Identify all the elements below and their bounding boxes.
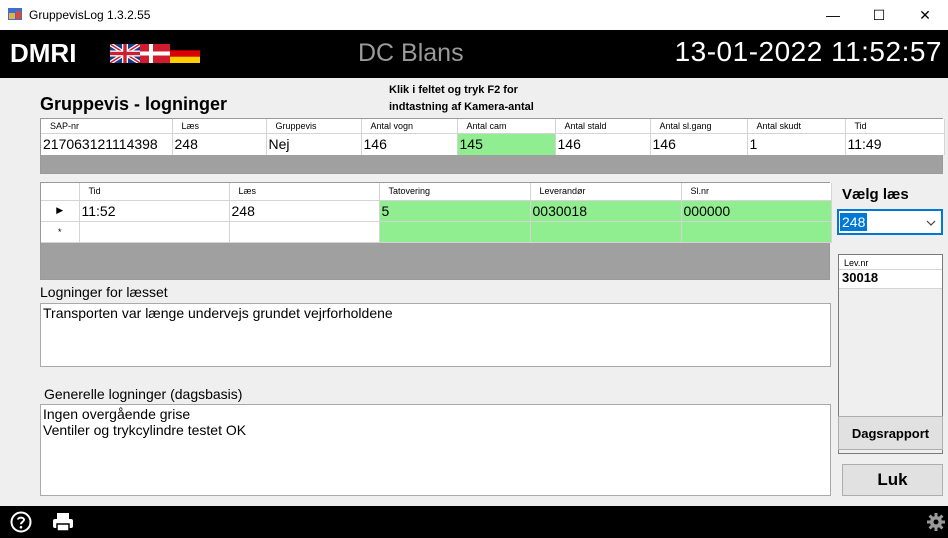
dmri-logo: DMRI (10, 38, 77, 68)
antal-skudt-cell[interactable]: 1 (747, 132, 846, 155)
window-titlebar: GruppevisLog 1.3.2.55 — ☐ ✕ (0, 0, 948, 30)
summary-grid[interactable]: SAP-nr Læs Gruppevis Antal vogn Antal ca… (40, 118, 945, 174)
general-log-line: Ventiler og trykcylindre testet OK (43, 422, 247, 438)
column-header[interactable]: Antal cam (457, 119, 556, 133)
tid-cell[interactable]: 11:49 (845, 132, 945, 155)
list-item[interactable]: 30018 (839, 270, 942, 289)
column-header[interactable]: Læs (229, 183, 380, 201)
general-log-label: Generelle logninger (dagsbasis) (44, 386, 243, 402)
column-header[interactable]: Leverandør (530, 183, 682, 201)
daily-report-button[interactable]: Dagsrapport (838, 416, 943, 450)
slnr-cell[interactable]: 000000 (681, 200, 832, 222)
hint-line-1: Klik i feltet og tryk F2 for (389, 84, 518, 96)
tid-cell[interactable]: 11:52 (79, 200, 230, 222)
row-header-corner (41, 183, 80, 201)
column-header[interactable]: Tid (845, 119, 945, 133)
germany-flag-icon[interactable] (170, 44, 200, 63)
column-header[interactable]: Antal skudt (747, 119, 846, 133)
general-log-textarea[interactable]: Ingen overgående grise Ventiler og trykc… (40, 404, 831, 496)
general-log-line: Ingen overgående grise (43, 406, 191, 422)
antal-stald-cell[interactable]: 146 (555, 132, 651, 155)
table-row[interactable]: ▶ 11:52 248 5 0030018 000000 (41, 200, 832, 222)
page-title: Gruppevis - logninger (40, 94, 228, 114)
hint-line-2: indtastning af Kamera-antal (389, 101, 534, 113)
new-row-marker[interactable]: * (41, 221, 80, 243)
load-log-text: Transporten var længe undervejs grundet … (43, 305, 393, 321)
app-icon (8, 8, 22, 20)
chevron-down-icon[interactable] (926, 216, 936, 230)
app-header: DMRI DC Blans 13-01-2022 11:52:57 (0, 30, 948, 78)
laes-cell[interactable] (229, 221, 380, 243)
column-header[interactable]: Antal sl.gang (650, 119, 748, 133)
datetime-display: 13-01-2022 11:52:57 (674, 36, 942, 67)
site-name: DC Blans (358, 39, 464, 67)
slnr-cell[interactable] (681, 221, 832, 243)
window-title: GruppevisLog 1.3.2.55 (29, 8, 151, 22)
tid-cell[interactable] (79, 221, 230, 243)
minimize-button[interactable]: — (810, 0, 856, 30)
leverandor-cell[interactable] (530, 221, 682, 243)
leverandor-cell[interactable]: 0030018 (530, 200, 682, 222)
column-header[interactable]: SAP-nr (41, 119, 173, 133)
detail-grid[interactable]: Tid Læs Tatovering Leverandør Sl.nr ▶ 11… (40, 182, 832, 280)
column-header[interactable]: Tid (79, 183, 230, 201)
column-header[interactable]: Læs (172, 119, 267, 133)
uk-flag-icon[interactable] (110, 44, 140, 63)
antal-vogn-cell[interactable]: 146 (361, 132, 458, 155)
gruppevis-cell[interactable]: Nej (266, 132, 362, 155)
summary-header-row: SAP-nr Læs Gruppevis Antal vogn Antal ca… (41, 119, 945, 133)
app-footer (0, 506, 948, 538)
column-header[interactable]: Antal stald (555, 119, 651, 133)
table-row[interactable]: 217063121114398 248 Nej 146 145 146 146 … (41, 132, 945, 155)
lev-nr-header[interactable]: Lev.nr (839, 255, 942, 270)
help-icon[interactable] (10, 511, 32, 533)
tatovering-cell[interactable] (379, 221, 531, 243)
sap-nr-cell[interactable]: 217063121114398 (41, 132, 173, 155)
close-button[interactable]: Luk (842, 464, 943, 496)
column-header[interactable]: Tatovering (379, 183, 531, 201)
selected-load-value: 248 (840, 213, 868, 231)
current-row-marker[interactable]: ▶ (41, 200, 80, 222)
tatovering-cell[interactable]: 5 (379, 200, 531, 222)
detail-header-row: Tid Læs Tatovering Leverandør Sl.nr (41, 183, 832, 201)
antal-cam-cell[interactable]: 145 (457, 132, 556, 155)
laes-cell[interactable]: 248 (172, 132, 267, 155)
f2-hint: Klik i feltet og tryk F2 for indtastning… (389, 82, 589, 116)
load-select[interactable]: 248 (837, 209, 943, 235)
main-panel: Gruppevis - logninger Klik i feltet og t… (0, 78, 948, 506)
load-log-textarea[interactable]: Transporten var længe undervejs grundet … (40, 303, 831, 367)
choose-load-label: Vælg læs (842, 186, 909, 203)
printer-icon[interactable] (52, 512, 74, 532)
close-window-button[interactable]: ✕ (902, 0, 948, 30)
maximize-button[interactable]: ☐ (856, 0, 902, 30)
denmark-flag-icon[interactable] (140, 44, 170, 63)
laes-cell[interactable]: 248 (229, 200, 380, 222)
load-log-label: Logninger for læsset (40, 284, 168, 300)
antal-slgang-cell[interactable]: 146 (650, 132, 748, 155)
new-row[interactable]: * (41, 221, 832, 243)
column-header[interactable]: Antal vogn (361, 119, 458, 133)
column-header[interactable]: Sl.nr (681, 183, 832, 201)
column-header[interactable]: Gruppevis (266, 119, 362, 133)
gear-icon[interactable] (926, 512, 946, 532)
